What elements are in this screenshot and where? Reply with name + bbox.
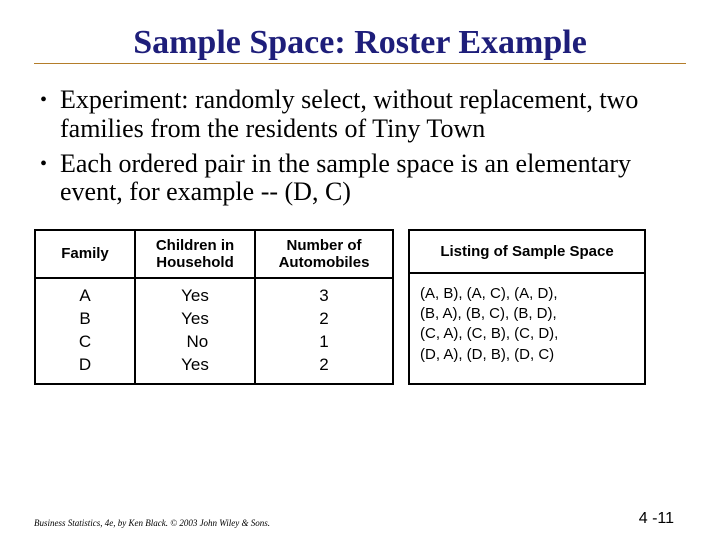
footer-citation: Business Statistics, 4e, by Ken Black. ©… xyxy=(34,518,270,528)
slide: Sample Space: Roster Example • Experimen… xyxy=(0,0,720,540)
bullet-dot: • xyxy=(40,86,60,143)
col-header-children: Children in Household xyxy=(135,230,255,278)
table-row: A B C D Yes Yes No Yes 3 2 1 2 xyxy=(35,278,393,384)
content-row: Family Children in Household Number of A… xyxy=(34,229,686,385)
col-header-autos: Number of Automobiles xyxy=(255,230,393,278)
bullet-item: • Experiment: randomly select, without r… xyxy=(40,86,676,143)
listing-box: Listing of Sample Space (A, B), (A, C), … xyxy=(408,229,646,385)
bullet-item: • Each ordered pair in the sample space … xyxy=(40,150,676,207)
cell-family: A B C D xyxy=(35,278,135,384)
bullet-text: Experiment: randomly select, without rep… xyxy=(60,86,676,143)
col-header-family: Family xyxy=(35,230,135,278)
data-table: Family Children in Household Number of A… xyxy=(34,229,394,385)
listing-body: (A, B), (A, C), (A, D), (B, A), (B, C), … xyxy=(410,274,644,383)
bullet-list: • Experiment: randomly select, without r… xyxy=(34,86,686,206)
bullet-text: Each ordered pair in the sample space is… xyxy=(60,150,676,207)
cell-autos: 3 2 1 2 xyxy=(255,278,393,384)
listing-header: Listing of Sample Space xyxy=(410,231,644,274)
page-title: Sample Space: Roster Example xyxy=(34,24,686,64)
bullet-dot: • xyxy=(40,150,60,207)
cell-children: Yes Yes No Yes xyxy=(135,278,255,384)
table-header-row: Family Children in Household Number of A… xyxy=(35,230,393,278)
page-number: 4 -11 xyxy=(639,510,674,528)
